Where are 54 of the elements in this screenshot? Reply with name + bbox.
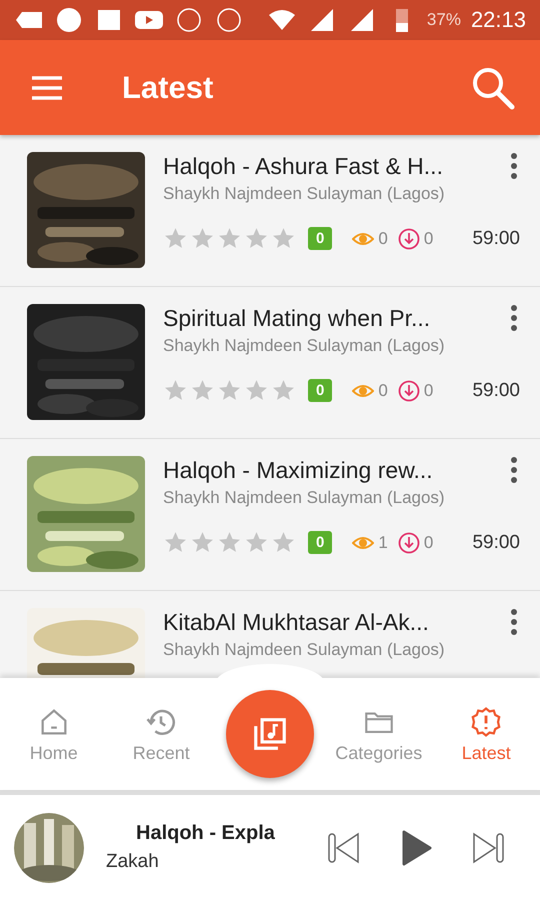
lecture-row[interactable]: Halqoh - Maximizing rew... Shaykh Najmdeen Sulayman (Lagos) 0 1 0 59:00	[0, 439, 540, 591]
more-icon[interactable]	[508, 456, 520, 484]
star-icon	[244, 226, 269, 251]
star-icon	[271, 226, 296, 251]
lecture-row[interactable]: Halqoh - Ashura Fast & H... Shaykh Najmdeen Sulayman (Lagos) 0 0 0 59:00	[0, 135, 540, 287]
more-icon[interactable]	[508, 304, 520, 332]
star-icon	[217, 378, 242, 403]
rating-count: 0	[308, 379, 332, 402]
track-subtitle: Zakah	[106, 851, 160, 873]
star-icon	[163, 378, 188, 403]
star-icon	[244, 378, 269, 403]
music-library-icon	[251, 715, 289, 753]
rating-count: 0	[308, 531, 332, 554]
star-icon	[190, 226, 215, 251]
view-count: 0	[378, 380, 388, 400]
duration: 59:00	[472, 380, 520, 402]
star-icon	[190, 530, 215, 555]
speaker-name: Shaykh Najmdeen Sulayman (Lagos)	[163, 184, 446, 204]
more-icon[interactable]	[508, 152, 520, 180]
lecture-title: Halqoh - Ashura Fast & H...	[163, 152, 444, 180]
clock: 22:13	[470, 7, 526, 33]
star-icon	[271, 378, 296, 403]
view-count: 0	[378, 228, 388, 248]
download-icon	[398, 380, 420, 402]
star-icon	[217, 226, 242, 251]
star-icon	[163, 530, 188, 555]
alert-icon	[469, 704, 504, 738]
download-count: 0	[424, 380, 434, 400]
star-icon	[271, 530, 296, 555]
battery-level: 37%	[426, 10, 461, 30]
more-icon[interactable]	[508, 608, 520, 636]
duration: 59:00	[472, 532, 520, 554]
previous-icon[interactable]	[326, 830, 362, 866]
star-icon	[217, 530, 242, 555]
download-icon	[398, 228, 420, 250]
track-title: Halqoh - Expla	[136, 822, 276, 845]
star-icon	[163, 226, 188, 251]
download-count: 0	[424, 532, 434, 552]
star-icon	[244, 530, 269, 555]
lecture-row[interactable]: Spiritual Mating when Pr... Shaykh Najmdeen Sulayman (Lagos) 0 0 0 59:00	[0, 287, 540, 439]
screen-title: Latest	[122, 70, 214, 106]
download-count: 0	[424, 228, 434, 248]
lecture-title: KitabAl Mukhtasar Al-Ak...	[163, 608, 430, 636]
speaker-name: Shaykh Najmdeen Sulayman (Lagos)	[163, 336, 446, 356]
lecture-title: Spiritual Mating when Pr...	[163, 304, 432, 332]
speaker-name: Shaykh Najmdeen Sulayman (Lagos)	[163, 488, 446, 508]
download-icon	[398, 532, 420, 554]
star-icon	[190, 378, 215, 403]
rating-count: 0	[308, 227, 332, 250]
library-button[interactable]	[226, 690, 314, 778]
duration: 59:00	[472, 228, 520, 250]
view-count: 1	[378, 532, 388, 552]
speaker-name: Shaykh Najmdeen Sulayman (Lagos)	[163, 640, 446, 660]
lecture-title: Halqoh - Maximizing rew...	[163, 456, 434, 484]
